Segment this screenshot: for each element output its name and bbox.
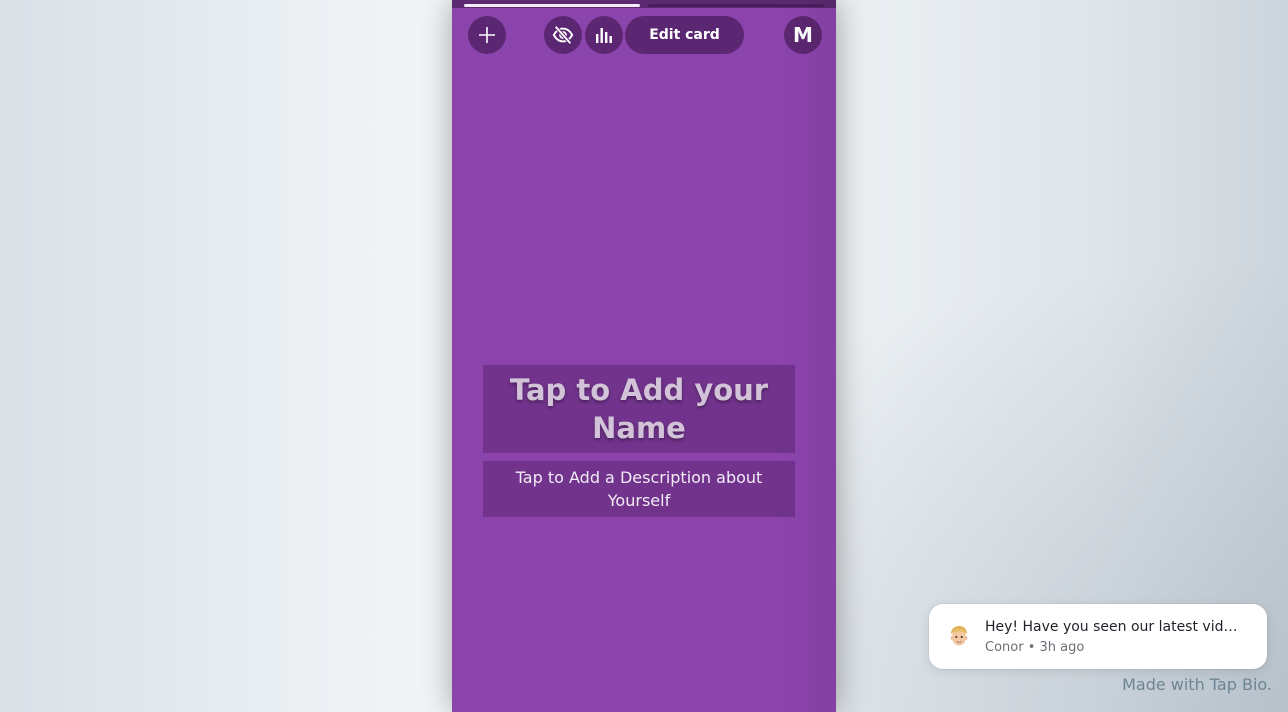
name-placeholder: Tap to Add your Name bbox=[509, 373, 769, 445]
edit-card-button[interactable]: Edit card bbox=[625, 16, 744, 54]
add-card-button[interactable] bbox=[468, 16, 506, 54]
notification-message: Hey! Have you seen our latest vid… bbox=[985, 619, 1238, 635]
eye-slash-icon bbox=[552, 25, 574, 45]
description-placeholder: Tap to Add a Description about Yourself bbox=[515, 468, 763, 510]
memoji-avatar-icon bbox=[950, 626, 968, 646]
edit-card-label: Edit card bbox=[649, 27, 720, 43]
stats-button[interactable] bbox=[585, 16, 623, 54]
hide-card-button[interactable] bbox=[544, 16, 582, 54]
bio-card: Edit card M Tap to Add your Name Tap to … bbox=[452, 0, 836, 712]
avatar-initial: M bbox=[793, 23, 813, 47]
chat-notification[interactable]: Hey! Have you seen our latest vid… Conor… bbox=[929, 604, 1267, 669]
made-with-tap-bio-link[interactable]: Made with Tap Bio. bbox=[1122, 675, 1272, 694]
name-field[interactable]: Tap to Add your Name bbox=[483, 365, 795, 453]
notification-separator: • bbox=[1027, 640, 1036, 655]
bar-chart-icon bbox=[596, 28, 612, 43]
notification-sender: Conor bbox=[985, 640, 1024, 655]
description-field[interactable]: Tap to Add a Description about Yourself bbox=[483, 461, 795, 517]
story-progress-segment bbox=[648, 4, 824, 7]
plus-icon bbox=[479, 27, 495, 43]
account-avatar-button[interactable]: M bbox=[784, 16, 822, 54]
story-progress-segment-active bbox=[464, 4, 640, 7]
notification-time: 3h ago bbox=[1039, 640, 1085, 655]
notification-meta: Conor • 3h ago bbox=[985, 640, 1084, 655]
